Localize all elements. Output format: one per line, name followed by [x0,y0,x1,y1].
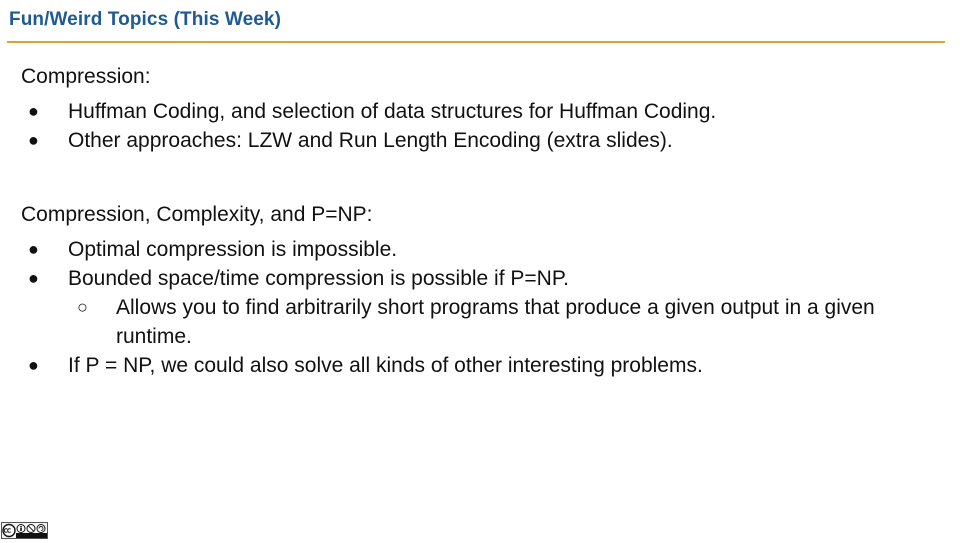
list-item-text: Bounded space/time compression is possib… [68,267,569,290]
list-item: ● Bounded space/time compression is poss… [21,264,921,351]
section-heading-compression: Compression: [21,65,151,88]
list-item: ● Other approaches: LZW and Run Length E… [21,126,921,155]
sub-list-item: ○ Allows you to find arbitrarily short p… [68,293,921,351]
slide-title: Fun/Weird Topics (This Week) [9,9,281,30]
bullet-icon: ● [28,130,39,150]
sub-list-item-text: Allows you to find arbitrarily short pro… [116,296,875,348]
bullet-icon: ● [28,355,39,375]
license-badge-graphic [2,523,47,538]
creative-commons-by-nc-sa-icon [1,522,48,539]
list-item: ● Optimal compression is impossible. [21,235,921,264]
title-divider [7,41,945,43]
compression-bullet-list: ● Huffman Coding, and selection of data … [21,97,921,155]
complexity-bullet-list: ● Optimal compression is impossible. ● B… [21,235,921,380]
bullet-icon: ● [28,268,39,288]
hollow-bullet-icon: ○ [77,297,88,317]
slide-body: Compression: ● Huffman Coding, and selec… [21,62,921,380]
list-item-text: Other approaches: LZW and Run Length Enc… [68,129,673,152]
sub-bullet-list: ○ Allows you to find arbitrarily short p… [68,293,921,351]
bullet-icon: ● [28,101,39,121]
section-heading-complexity: Compression, Complexity, and P=NP: [21,203,373,226]
bullet-icon: ● [28,239,39,259]
list-item: ● Huffman Coding, and selection of data … [21,97,921,126]
list-item: ● If P = NP, we could also solve all kin… [21,351,921,380]
list-item-text: If P = NP, we could also solve all kinds… [68,354,703,377]
list-item-text: Huffman Coding, and selection of data st… [68,100,717,123]
list-item-text: Optimal compression is impossible. [68,238,398,261]
